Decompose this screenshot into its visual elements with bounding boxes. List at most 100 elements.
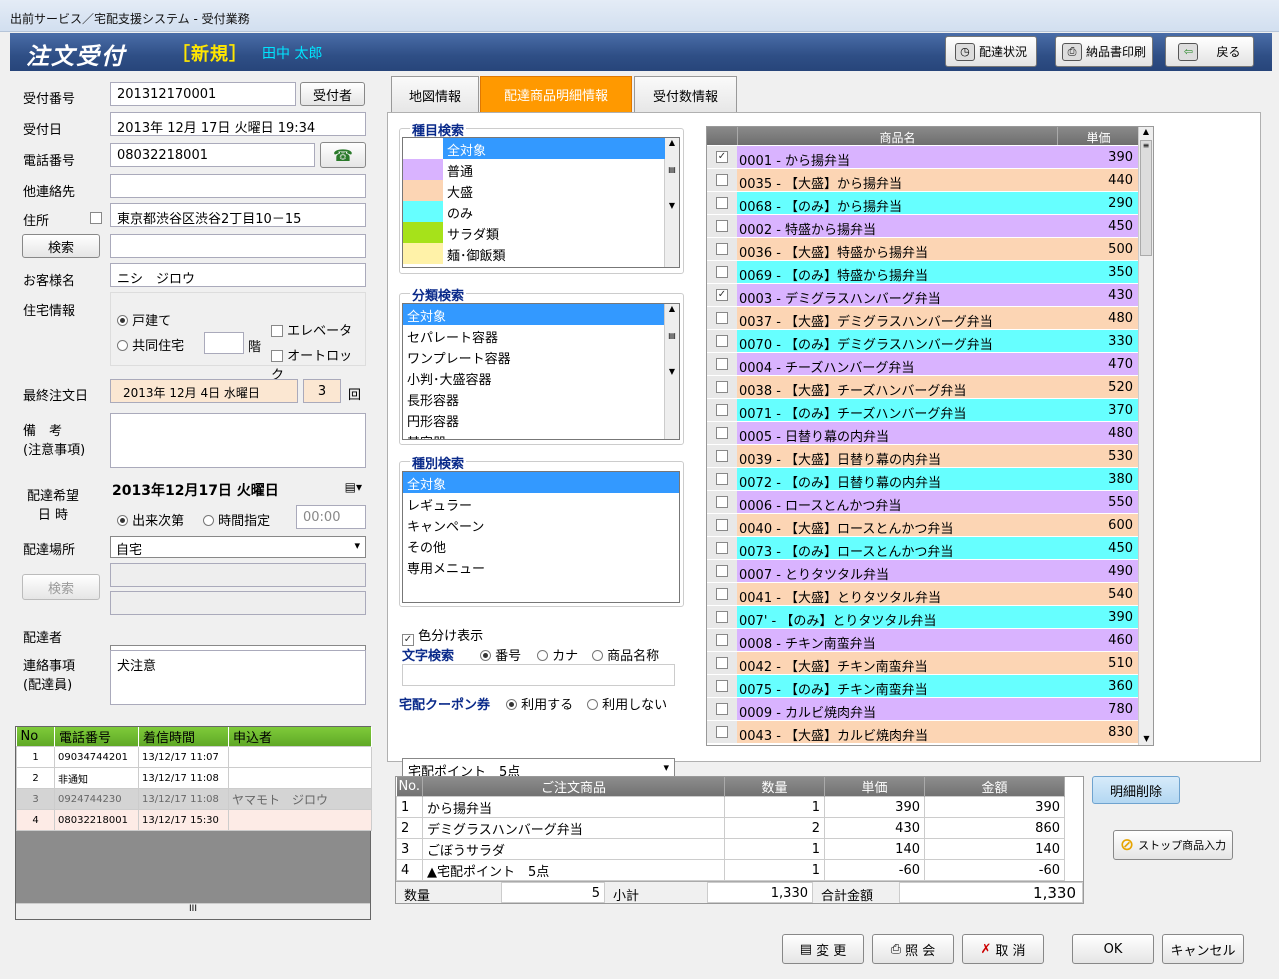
product-row[interactable]: 0069 - 【のみ】特盛から揚弁当 350: [707, 261, 1139, 284]
tab-map-info[interactable]: 地図情報: [391, 76, 479, 113]
product-checkbox[interactable]: [707, 721, 737, 743]
product-checkbox[interactable]: [707, 445, 737, 467]
house-radio[interactable]: 戸建て: [117, 310, 171, 329]
product-row[interactable]: 0008 - チキン南蛮弁当 460: [707, 629, 1139, 652]
product-checkbox[interactable]: [707, 238, 737, 260]
address2-field[interactable]: [110, 234, 366, 258]
product-row[interactable]: 0071 - 【のみ】チーズハンバーグ弁当 370: [707, 399, 1139, 422]
product-checkbox[interactable]: [707, 330, 737, 352]
product-checkbox[interactable]: [707, 422, 737, 444]
history-row[interactable]: 4 08032218001 13/12/17 15:30: [16, 809, 372, 831]
history-row[interactable]: 1 09034744201 13/12/17 11:07: [16, 746, 372, 768]
product-checkbox[interactable]: [707, 468, 737, 490]
product-checkbox[interactable]: [707, 560, 737, 582]
product-checkbox[interactable]: [707, 629, 737, 651]
autolock-checkbox[interactable]: オートロック: [271, 345, 365, 383]
category-listbox[interactable]: ▲ ▤ ▼ 全対象 普通 大盛 のみ サラダ類 麺･御飯類: [402, 137, 680, 268]
category-item[interactable]: 麺･御飯類: [403, 243, 665, 264]
product-row[interactable]: ✓ 0003 - デミグラスハンバーグ弁当 430: [707, 284, 1139, 307]
product-checkbox[interactable]: [707, 353, 737, 375]
product-row[interactable]: 0042 - 【大盛】チキン南蛮弁当 510: [707, 652, 1139, 675]
address-search-button[interactable]: 検索: [22, 234, 100, 258]
class-scrollbar[interactable]: ▲ ▤ ▼: [664, 304, 679, 439]
tab-delivery-items[interactable]: 配達商品明細情報: [480, 76, 632, 112]
search-by-name-radio[interactable]: 商品名称: [592, 645, 659, 664]
product-checkbox[interactable]: [707, 514, 737, 536]
class-listbox[interactable]: ▲▤▼ 全対象セパレート容器ワンプレート容器小判･大盛容器長形容器円形容器其容器: [402, 303, 680, 440]
category-item[interactable]: 大盛: [403, 180, 665, 201]
product-row[interactable]: 0075 - 【のみ】チキン南蛮弁当 360: [707, 675, 1139, 698]
asap-radio[interactable]: 出来次第: [117, 510, 184, 529]
order-row[interactable]: 4 ▲宅配ポイント 5点 1 -60 -60: [396, 859, 1083, 881]
remarks-field[interactable]: [110, 413, 366, 468]
tab-reception-count[interactable]: 受付数情報: [634, 76, 737, 113]
coupon-use-radio[interactable]: 利用する: [506, 694, 573, 713]
invoice-print-button[interactable]: ⎙ 納品書印刷: [1055, 36, 1153, 67]
product-row[interactable]: 0073 - 【のみ】ロースとんかつ弁当 450: [707, 537, 1139, 560]
class-item[interactable]: セパレート容器: [403, 325, 665, 346]
product-checkbox[interactable]: [707, 169, 737, 191]
product-row[interactable]: 0043 - 【大盛】カルビ焼肉弁当 830: [707, 721, 1139, 744]
class-item[interactable]: 其容器: [403, 430, 665, 439]
category-item[interactable]: サラダ類: [403, 222, 665, 243]
type-item[interactable]: レギュラー: [403, 493, 679, 514]
class-item[interactable]: 小判･大盛容器: [403, 367, 665, 388]
category-scrollbar[interactable]: ▲ ▤ ▼: [664, 138, 679, 267]
phone-field[interactable]: 08032218001: [110, 143, 315, 167]
customer-name-field[interactable]: ニシ ジロウ: [110, 263, 366, 287]
product-row[interactable]: 007' - 【のみ】とりタツタル弁当 390: [707, 606, 1139, 629]
product-row[interactable]: 0038 - 【大盛】チーズハンバーグ弁当 520: [707, 376, 1139, 399]
class-item[interactable]: ワンプレート容器: [403, 346, 665, 367]
text-search-input[interactable]: [402, 664, 675, 686]
product-checkbox[interactable]: [707, 192, 737, 214]
receiver-button[interactable]: 受付者: [300, 82, 365, 106]
change-button[interactable]: ▤ 変 更: [782, 934, 864, 964]
type-item[interactable]: キャンペーン: [403, 514, 679, 535]
product-checkbox[interactable]: [707, 583, 737, 605]
elevator-checkbox[interactable]: エレベータ: [271, 320, 352, 339]
product-checkbox[interactable]: ✓: [707, 146, 737, 168]
type-listbox[interactable]: 全対象 レギュラー キャンペーン その他 専用メニュー: [402, 471, 680, 603]
product-row[interactable]: 0007 - とりタツタル弁当 490: [707, 560, 1139, 583]
product-row[interactable]: 0070 - 【のみ】デミグラスハンバーグ弁当 330: [707, 330, 1139, 353]
history-row[interactable]: 3 0924744230 13/12/17 11:08 ヤマモト ジロウ: [16, 788, 372, 810]
product-checkbox[interactable]: [707, 652, 737, 674]
time-spec-radio[interactable]: 時間指定: [203, 510, 270, 529]
product-row[interactable]: 0039 - 【大盛】日替り幕の内弁当 530: [707, 445, 1139, 468]
product-checkbox[interactable]: [707, 537, 737, 559]
place-search-button[interactable]: 検索: [22, 574, 100, 600]
product-grid-scrollbar[interactable]: ▲ ≡ ▼: [1138, 127, 1153, 745]
delivery-date-picker[interactable]: 2013年12月17日 火曜日 ▤▾: [110, 478, 366, 500]
product-row[interactable]: 0041 - 【大盛】とりタツタル弁当 540: [707, 583, 1139, 606]
color-display-checkbox[interactable]: ✓ 色分け表示: [402, 625, 483, 646]
time-field[interactable]: 00:00: [296, 505, 366, 529]
product-checkbox[interactable]: [707, 399, 737, 421]
inquiry-button[interactable]: ⎙ 照 会: [872, 934, 954, 964]
category-item[interactable]: 普通: [403, 159, 665, 180]
product-checkbox[interactable]: [707, 215, 737, 237]
category-item[interactable]: 全対象: [403, 138, 665, 159]
order-row[interactable]: 1 から揚弁当 1 390 390: [396, 796, 1083, 818]
back-button[interactable]: ⇦ 戻る: [1165, 36, 1254, 67]
product-row[interactable]: 0068 - 【のみ】から揚弁当 290: [707, 192, 1139, 215]
type-item[interactable]: 全対象: [403, 472, 679, 493]
calendar-dropdown-icon[interactable]: ▤▾: [345, 480, 362, 494]
product-checkbox[interactable]: [707, 606, 737, 628]
product-checkbox[interactable]: [707, 491, 737, 513]
product-checkbox[interactable]: ✓: [707, 284, 737, 306]
delete-detail-button[interactable]: 明細削除: [1092, 776, 1180, 804]
product-row[interactable]: 0037 - 【大盛】デミグラスハンバーグ弁当 480: [707, 307, 1139, 330]
product-row[interactable]: 0009 - カルビ焼肉弁当 780: [707, 698, 1139, 721]
product-row[interactable]: 0004 - チーズハンバーグ弁当 470: [707, 353, 1139, 376]
type-item[interactable]: その他: [403, 535, 679, 556]
floor-field[interactable]: [204, 332, 244, 354]
cancel-button[interactable]: キャンセル: [1162, 934, 1244, 964]
place-select[interactable]: 自宅: [110, 536, 366, 558]
history-row[interactable]: 2 非通知 13/12/17 11:08: [16, 767, 372, 789]
search-by-number-radio[interactable]: 番号: [480, 645, 521, 664]
reception-no-field[interactable]: 201312170001: [110, 82, 296, 106]
order-row[interactable]: 2 デミグラスハンバーグ弁当 2 430 860: [396, 817, 1083, 839]
class-item[interactable]: 円形容器: [403, 409, 665, 430]
product-checkbox[interactable]: [707, 675, 737, 697]
product-row[interactable]: 0002 - 特盛から揚弁当 450: [707, 215, 1139, 238]
